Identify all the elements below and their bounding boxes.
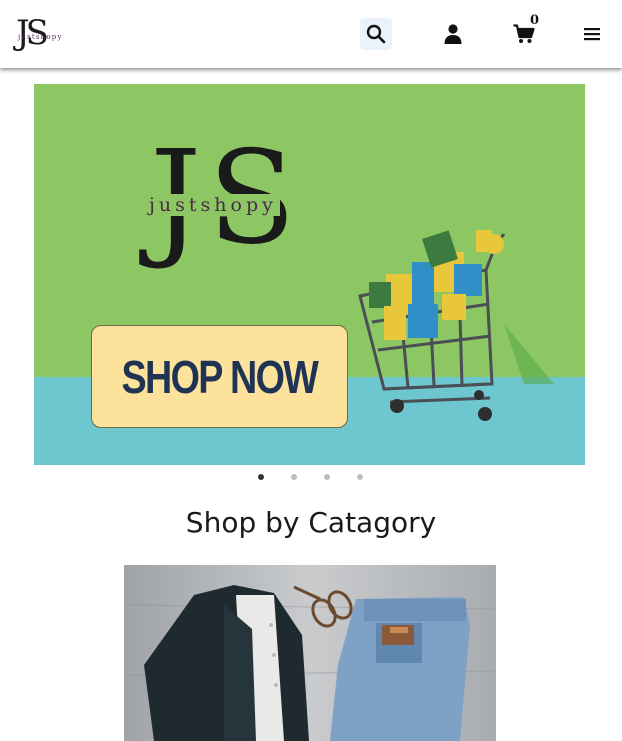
user-icon: [444, 24, 462, 44]
menu-button[interactable]: [576, 18, 608, 50]
section-title: Shop by Catagory: [185, 506, 437, 539]
carousel-dot-1[interactable]: [258, 474, 264, 480]
carousel-dot-3[interactable]: [324, 474, 330, 480]
account-button[interactable]: [437, 18, 469, 50]
site-logo[interactable]: JS justshopy: [14, 13, 70, 55]
clothing-illustration: [124, 565, 496, 741]
shopping-cart-illustration: [358, 230, 554, 421]
search-icon: [366, 24, 386, 44]
logo-wordmark: justshopy: [18, 33, 63, 41]
menu-icon: [584, 28, 600, 41]
carousel-dot-2[interactable]: [291, 474, 297, 480]
hero-banner[interactable]: J S justshopy SHOP NOW: [34, 84, 585, 465]
search-button[interactable]: [360, 18, 392, 50]
carousel-indicators: [252, 474, 372, 484]
cart-count-badge: 0: [530, 13, 540, 28]
site-header: JS justshopy 0: [0, 0, 622, 68]
category-clothing-image[interactable]: [124, 565, 496, 741]
carousel-dot-4[interactable]: [357, 474, 363, 480]
